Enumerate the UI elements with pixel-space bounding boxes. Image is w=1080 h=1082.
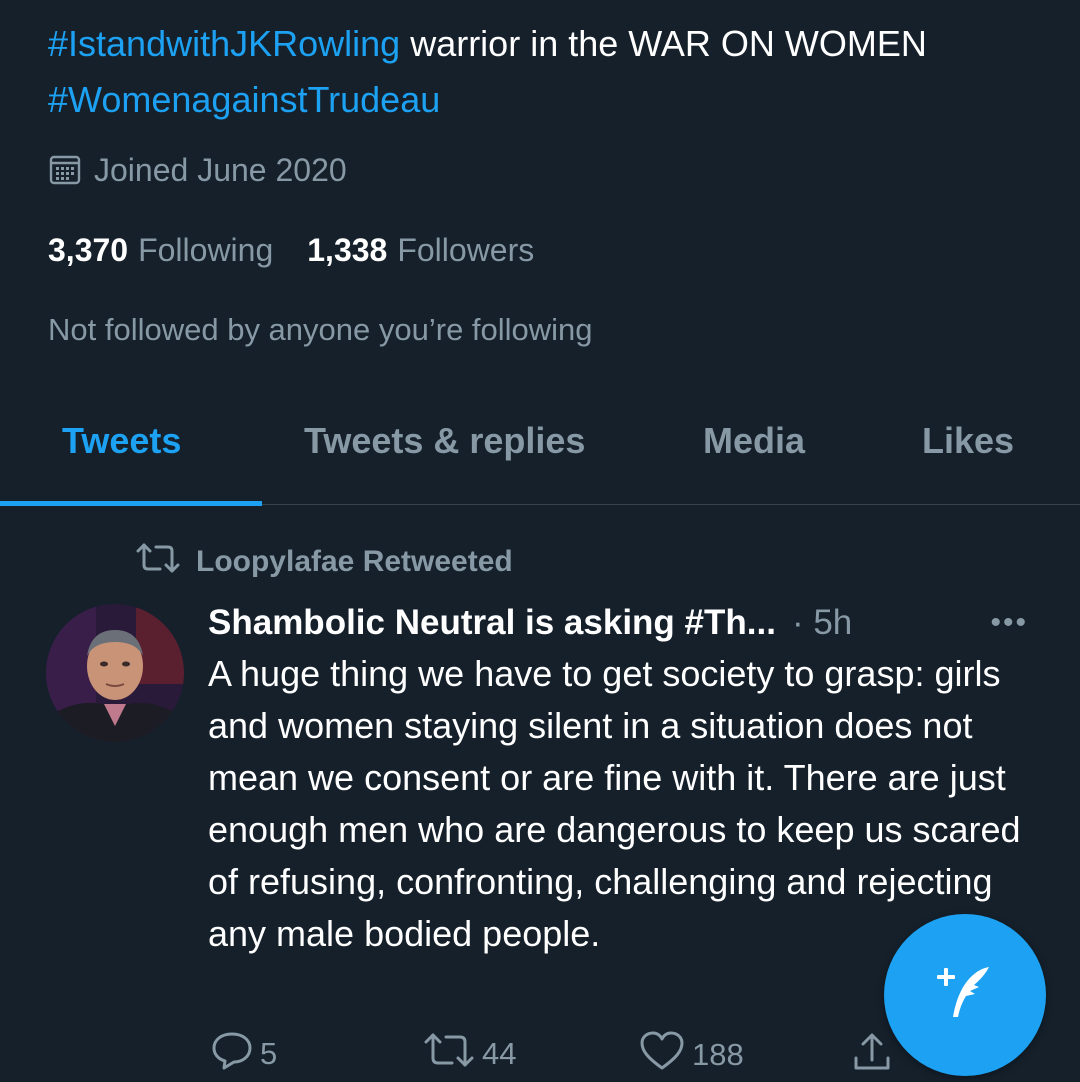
followers-count: 1,338 — [307, 231, 388, 268]
retweet-count: 44 — [482, 1036, 517, 1071]
author-avatar[interactable] — [46, 604, 184, 742]
tweet-header: Shambolic Neutral is asking #Th... · 5h … — [208, 598, 1038, 648]
calendar-icon — [48, 153, 82, 187]
more-options-icon[interactable]: ••• — [990, 606, 1028, 640]
tab-likes[interactable]: Likes — [922, 420, 1014, 462]
following-count: 3,370 — [48, 231, 129, 268]
like-button[interactable]: 188 — [638, 1030, 744, 1080]
reply-icon — [210, 1030, 254, 1078]
reply-button[interactable]: 5 — [210, 1030, 277, 1078]
retweeted-by-label[interactable]: Loopylafae Retweeted — [196, 545, 513, 579]
author-name[interactable]: Shambolic Neutral is asking #Th... — [208, 603, 776, 643]
retweet-icon — [422, 1030, 476, 1078]
profile-bio: #IstandwithJKRowling warrior in the WAR … — [48, 16, 1048, 128]
following-link[interactable]: 3,370 Following — [48, 232, 273, 269]
follow-stats: 3,370 Following 1,338 Followers — [48, 228, 568, 272]
followers-label: Followers — [397, 231, 535, 268]
active-tab-indicator — [0, 501, 262, 506]
compose-tweet-button[interactable] — [884, 914, 1046, 1076]
share-button[interactable] — [850, 1030, 894, 1082]
followers-link[interactable]: 1,338 Followers — [307, 232, 534, 269]
tab-tweets-replies[interactable]: Tweets & replies — [304, 420, 585, 462]
tab-media[interactable]: Media — [703, 420, 805, 462]
profile-tabs: Tweets Tweets & replies Media Likes — [0, 404, 1080, 506]
heart-icon — [638, 1030, 686, 1080]
reply-count: 5 — [260, 1036, 278, 1071]
joined-date: Joined June 2020 — [48, 148, 347, 192]
bio-text: warrior in the WAR ON WOMEN — [400, 23, 927, 64]
tweet-actions: 5 44 188 — [210, 1030, 910, 1080]
tab-tweets[interactable]: Tweets — [62, 420, 181, 462]
compose-tweet-icon — [933, 961, 997, 1030]
share-icon — [850, 1030, 894, 1082]
tweet-timestamp[interactable]: · 5h — [792, 603, 852, 643]
retweet-icon — [134, 541, 182, 583]
bio-hashtag-trudeau[interactable]: #WomenagainstTrudeau — [48, 79, 440, 120]
retweet-button[interactable]: 44 — [422, 1030, 516, 1078]
tweet-text: A huge thing we have to get society to g… — [208, 653, 1021, 954]
joined-label: Joined June 2020 — [94, 151, 347, 188]
bio-hashtag-jkrowling[interactable]: #IstandwithJKRowling — [48, 23, 400, 64]
not-followed-notice: Not followed by anyone you’re following — [48, 312, 593, 347]
like-count: 188 — [692, 1037, 744, 1072]
following-label: Following — [138, 231, 274, 268]
retweet-context: Loopylafae Retweeted — [134, 540, 513, 584]
